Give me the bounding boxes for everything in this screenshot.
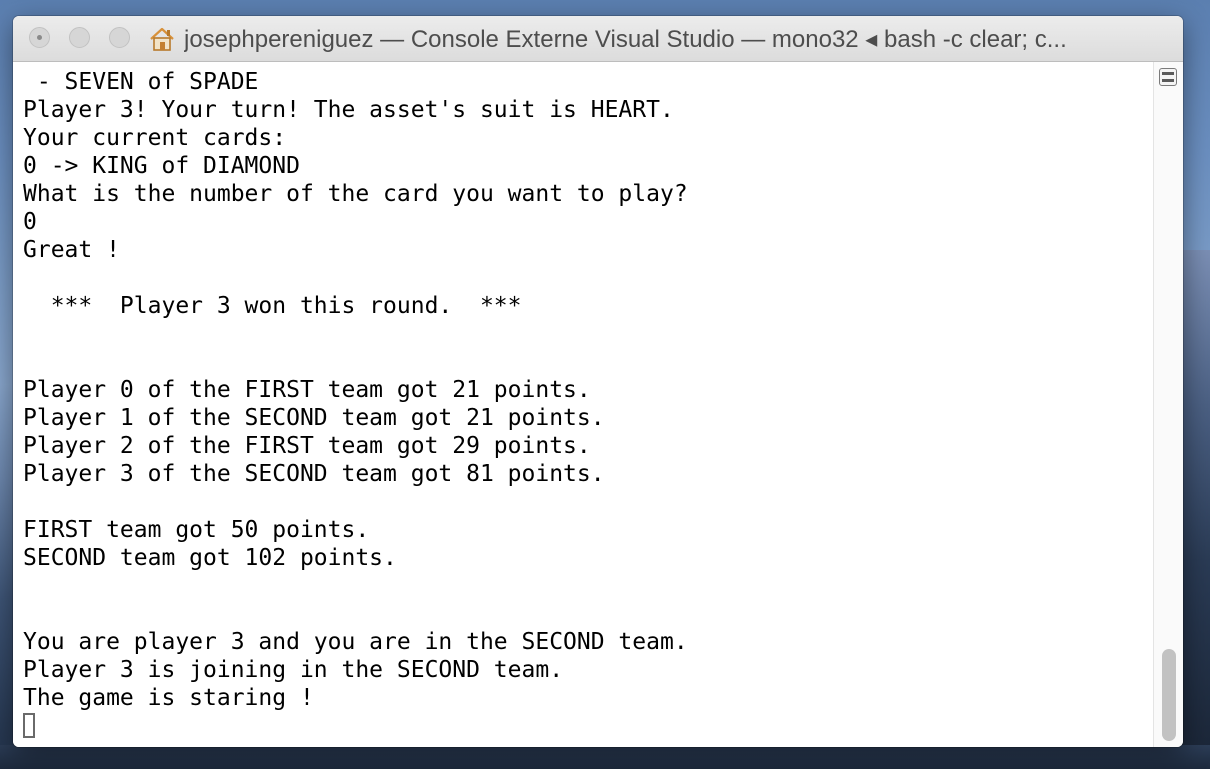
terminal-line: 0 [23, 209, 37, 235]
scrollbar-thumb[interactable] [1162, 649, 1176, 741]
home-icon [148, 26, 176, 52]
terminal-line: The game is staring ! [23, 685, 314, 711]
window-title-group: josephpereniguez — Console Externe Visua… [148, 24, 1173, 54]
terminal-line: - SEVEN of SPADE [23, 69, 259, 95]
minimize-button[interactable] [69, 27, 90, 48]
text-cursor[interactable] [23, 713, 35, 738]
terminal-line: Player 2 of the FIRST team got 29 points… [23, 433, 591, 459]
terminal-line: Player 1 of the SECOND team got 21 point… [23, 405, 605, 431]
terminal-line: SECOND team got 102 points. [23, 545, 397, 571]
terminal-output: - SEVEN of SPADE Player 3! Your turn! Th… [13, 62, 1153, 740]
terminal-line: Player 3! Your turn! The asset's suit is… [23, 97, 674, 123]
scrollbar-track[interactable] [1153, 62, 1183, 747]
terminal-line: Player 0 of the FIRST team got 21 points… [23, 377, 591, 403]
title-bar[interactable]: josephpereniguez — Console Externe Visua… [13, 16, 1183, 62]
zoom-button[interactable] [109, 27, 130, 48]
terminal-line: Great ! [23, 237, 120, 263]
terminal-line: Player 3 of the SECOND team got 81 point… [23, 461, 605, 487]
desktop-background-bottom [0, 745, 1210, 769]
split-pane-icon[interactable] [1159, 68, 1177, 86]
terminal-line: Player 3 is joining in the SECOND team. [23, 657, 564, 683]
terminal-line: You are player 3 and you are in the SECO… [23, 629, 688, 655]
terminal-line: *** Player 3 won this round. *** [23, 293, 522, 319]
window-title: josephpereniguez — Console Externe Visua… [184, 25, 1067, 53]
terminal-content[interactable]: - SEVEN of SPADE Player 3! Your turn! Th… [13, 62, 1153, 747]
terminal-line: What is the number of the card you want … [23, 181, 688, 207]
terminal-line: Your current cards: [23, 125, 287, 151]
close-button[interactable] [29, 27, 50, 48]
terminal-line: 0 -> KING of DIAMOND [23, 153, 300, 179]
terminal-line: FIRST team got 50 points. [23, 517, 370, 543]
terminal-window: josephpereniguez — Console Externe Visua… [13, 16, 1183, 747]
prompt-line[interactable] [23, 712, 1153, 740]
